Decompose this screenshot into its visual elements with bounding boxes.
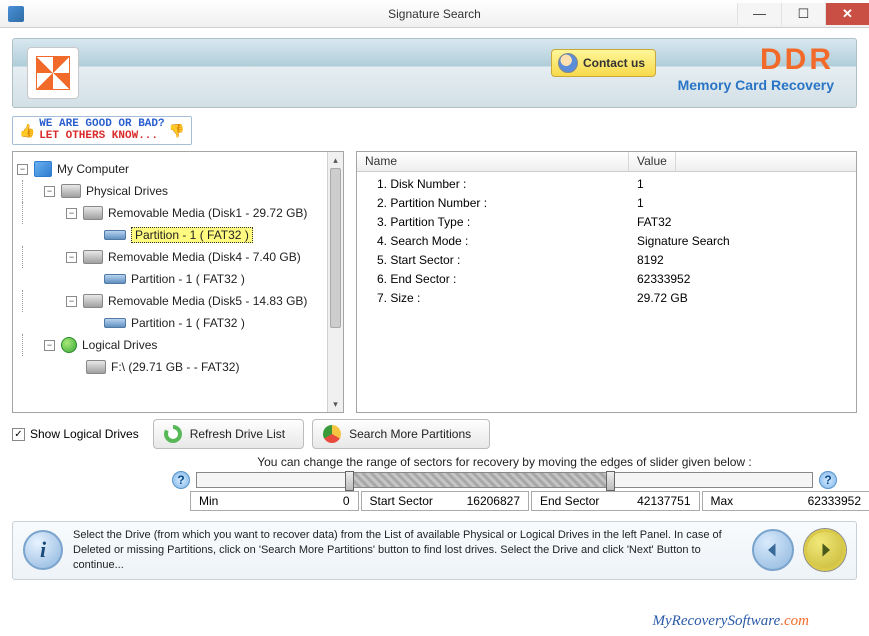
- contact-us-button[interactable]: Contact us: [551, 49, 656, 77]
- tree-node-disk1-partition[interactable]: Partition - 1 ( FAT32 ): [17, 224, 339, 246]
- partition-icon: [104, 318, 126, 328]
- collapse-icon[interactable]: −: [44, 340, 55, 351]
- tree-node-disk4[interactable]: − Removable Media (Disk4 - 7.40 GB): [17, 246, 339, 268]
- tree-node-disk5-partition[interactable]: Partition - 1 ( FAT32 ): [17, 312, 339, 334]
- sector-start-box: Start Sector 16206827: [361, 491, 530, 511]
- partition-icon: [104, 274, 126, 284]
- drive-icon: [61, 184, 81, 198]
- pie-chart-icon: [323, 425, 341, 443]
- scroll-up-icon[interactable]: ▴: [328, 152, 343, 168]
- next-button[interactable]: [804, 529, 846, 571]
- scroll-thumb[interactable]: [330, 168, 341, 328]
- brand-block: DDR Memory Card Recovery: [678, 45, 834, 93]
- brand-name: DDR: [678, 45, 834, 75]
- sector-range-slider[interactable]: [196, 472, 813, 488]
- search-more-partitions-button[interactable]: Search More Partitions: [312, 419, 490, 449]
- column-header-name[interactable]: Name: [357, 152, 629, 171]
- tree-node-disk1[interactable]: − Removable Media (Disk1 - 29.72 GB): [17, 202, 339, 224]
- arrow-left-icon: [763, 540, 783, 560]
- window-title: Signature Search: [388, 7, 481, 21]
- header-banner: Contact us DDR Memory Card Recovery: [12, 38, 857, 108]
- slider-fill: [345, 473, 616, 487]
- show-logical-label: Show Logical Drives: [30, 427, 139, 441]
- info-row: 6. End Sector :62333952: [357, 269, 856, 288]
- feedback-line2: LET OTHERS KNOW...: [39, 130, 158, 142]
- column-header-value[interactable]: Value: [629, 152, 676, 171]
- scroll-down-icon[interactable]: ▾: [328, 396, 343, 412]
- drive-icon: [86, 360, 106, 374]
- info-row: 7. Size :29.72 GB: [357, 288, 856, 307]
- person-icon: [558, 53, 578, 73]
- tree-node-logical-drives[interactable]: − Logical Drives: [17, 334, 339, 356]
- info-icon: i: [23, 530, 63, 570]
- brand-subtitle: Memory Card Recovery: [678, 77, 834, 93]
- tree-node-disk4-partition[interactable]: Partition - 1 ( FAT32 ): [17, 268, 339, 290]
- slider-hint-text: You can change the range of sectors for …: [172, 455, 837, 469]
- info-row: 2. Partition Number :1: [357, 193, 856, 212]
- help-icon[interactable]: ?: [172, 471, 190, 489]
- drive-info-panel: Name Value 1. Disk Number :1 2. Partitio…: [356, 151, 857, 413]
- feedback-line1: WE ARE GOOD OR BAD?: [39, 118, 164, 130]
- collapse-icon[interactable]: −: [66, 252, 77, 263]
- tree-node-physical-drives[interactable]: − Physical Drives: [17, 180, 339, 202]
- minimize-button[interactable]: —: [737, 3, 781, 25]
- info-row: 5. Start Sector :8192: [357, 250, 856, 269]
- back-button[interactable]: [752, 529, 794, 571]
- tree-node-f-drive[interactable]: F:\ (29.71 GB - - FAT32): [17, 356, 339, 378]
- refresh-icon: [164, 425, 182, 443]
- collapse-icon[interactable]: −: [17, 164, 28, 175]
- logical-drive-icon: [61, 337, 77, 353]
- info-row: 4. Search Mode :Signature Search: [357, 231, 856, 250]
- close-button[interactable]: ✕: [825, 3, 869, 25]
- contact-label: Contact us: [583, 56, 645, 70]
- drive-icon: [83, 294, 103, 308]
- tree-scrollbar[interactable]: ▴ ▾: [327, 152, 343, 412]
- sector-max-box: Max 62333952: [702, 491, 869, 511]
- collapse-icon[interactable]: −: [66, 296, 77, 307]
- info-row: 1. Disk Number :1: [357, 174, 856, 193]
- sector-end-box: End Sector 42137751: [531, 491, 700, 511]
- maximize-button[interactable]: ☐: [781, 3, 825, 25]
- tree-node-my-computer[interactable]: − My Computer: [17, 158, 339, 180]
- arrow-right-icon: [815, 540, 835, 560]
- refresh-drive-list-button[interactable]: Refresh Drive List: [153, 419, 304, 449]
- collapse-icon[interactable]: −: [44, 186, 55, 197]
- footer-site-link[interactable]: MyRecoverySoftware.com: [653, 613, 809, 630]
- feedback-badge[interactable]: 👍 WE ARE GOOD OR BAD? LET OTHERS KNOW...…: [12, 116, 192, 145]
- instruction-text: Select the Drive (from which you want to…: [73, 528, 742, 573]
- thumbs-down-icon: 👎: [169, 123, 185, 139]
- drive-icon: [83, 206, 103, 220]
- app-icon: [8, 6, 24, 22]
- checkbox-icon: ✓: [12, 428, 25, 441]
- show-logical-drives-checkbox[interactable]: ✓ Show Logical Drives: [12, 427, 139, 441]
- help-icon[interactable]: ?: [819, 471, 837, 489]
- drive-tree-panel: − My Computer − Physical Drives − Remova…: [12, 151, 344, 413]
- partition-icon: [104, 230, 126, 240]
- app-logo: [27, 47, 79, 99]
- titlebar: Signature Search — ☐ ✕: [0, 0, 869, 28]
- tree-node-disk5[interactable]: − Removable Media (Disk5 - 14.83 GB): [17, 290, 339, 312]
- sector-min-box: Min 0: [190, 491, 359, 511]
- slider-handle-end[interactable]: [606, 471, 615, 491]
- computer-icon: [34, 161, 52, 177]
- thumbs-up-icon: 👍: [19, 123, 35, 139]
- drive-icon: [83, 250, 103, 264]
- info-row: 3. Partition Type :FAT32: [357, 212, 856, 231]
- collapse-icon[interactable]: −: [66, 208, 77, 219]
- slider-handle-start[interactable]: [345, 471, 354, 491]
